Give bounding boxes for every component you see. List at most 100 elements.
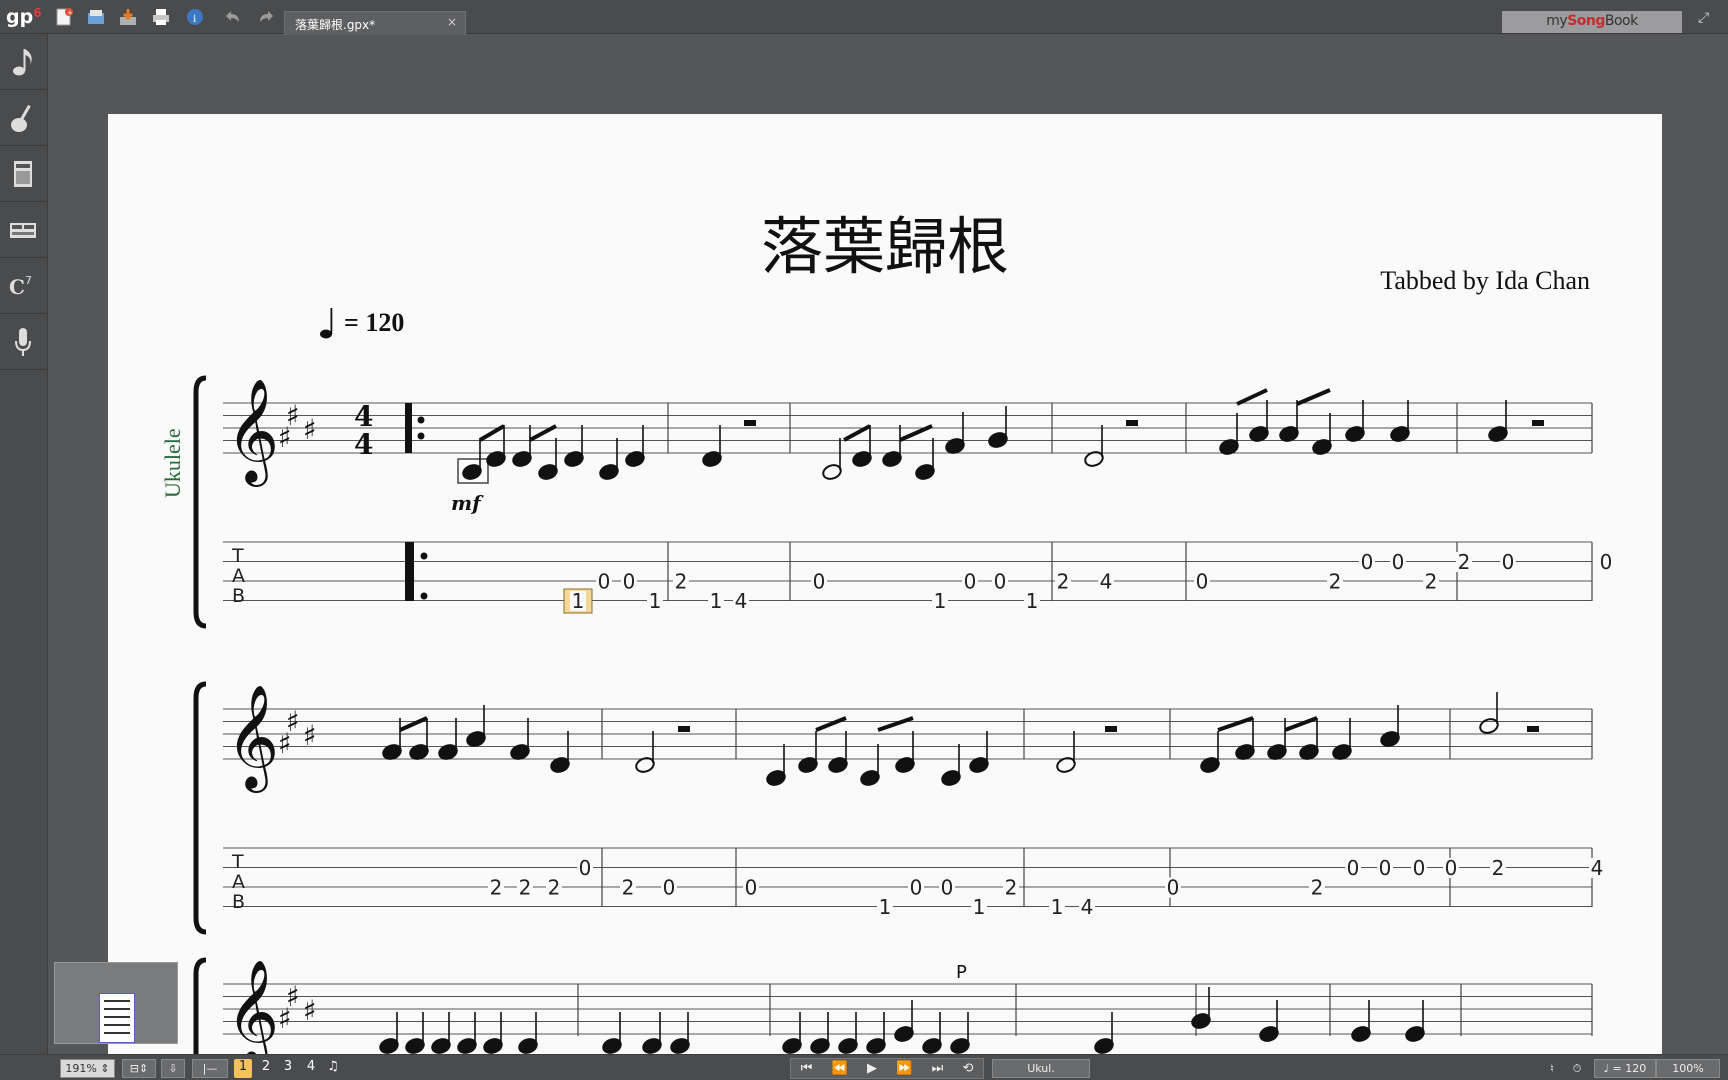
tab-number: 2: [548, 876, 561, 900]
amp-icon[interactable]: [0, 146, 46, 202]
tab-number: 0: [745, 876, 758, 900]
sharp-sign: ♯: [278, 1002, 292, 1035]
tab-number: 0: [1392, 550, 1405, 574]
tab-number: 0: [1347, 856, 1360, 880]
countdown-icon[interactable]: ⏱: [1566, 1059, 1588, 1078]
mixer-icon[interactable]: [0, 202, 46, 258]
page-1-button[interactable]: 1: [234, 1059, 252, 1078]
sharp-sign: ♯: [278, 421, 292, 454]
microphone-icon[interactable]: [0, 314, 46, 370]
half-rest: [1532, 420, 1544, 426]
volume-control[interactable]: 100%: [1656, 1059, 1720, 1078]
go-to-end-icon[interactable]: ⏭: [932, 1061, 944, 1076]
tab-number: 2: [1311, 876, 1324, 900]
sharp-sign: ♯: [303, 994, 317, 1027]
close-tab-icon[interactable]: ×: [447, 15, 457, 29]
sharp-sign: ♯: [303, 719, 317, 752]
repeat-dot: [417, 416, 425, 424]
open-file-icon[interactable]: [84, 5, 108, 29]
tab-number: 1: [710, 589, 723, 613]
svg-text:7: 7: [25, 274, 32, 287]
track-selector[interactable]: Ukul.: [992, 1059, 1090, 1078]
note-input-icon[interactable]: ♫: [324, 1059, 342, 1078]
beam: [1236, 388, 1268, 406]
treble-clef: 𝄞: [226, 684, 279, 793]
page-2-button[interactable]: 2: [257, 1059, 275, 1078]
tab-clef-letter: A: [232, 871, 245, 893]
rewind-icon[interactable]: ⏪: [832, 1061, 848, 1076]
beam: [815, 716, 847, 732]
half-rest: [1126, 420, 1138, 426]
tab-number: 2: [1329, 570, 1342, 594]
go-to-start-icon[interactable]: ⏮: [801, 1061, 813, 1076]
tab-number: 0: [941, 876, 954, 900]
treble-clef: 𝄞: [226, 378, 279, 487]
document-tab-label: 落葉歸根.gpx*: [295, 18, 376, 32]
tab-number: 2: [519, 876, 532, 900]
system-bracket: [193, 375, 207, 629]
save-icon[interactable]: [116, 5, 140, 29]
score-staves[interactable]: 𝄞 ♯ ♯♯44mfTAB 10 0121 4010 012 4 0 20 022 0 0 𝄞 ♯ ♯♯TA…: [108, 114, 1662, 1054]
app-logo: gp6: [6, 6, 42, 28]
new-file-icon[interactable]: +: [52, 5, 76, 29]
top-toolbar: gp6 + i 落葉歸根.gpx* × mySongBook ⤢: [0, 0, 1728, 35]
beam: [1217, 716, 1254, 732]
system-bracket: [193, 681, 207, 935]
page-thumbnail[interactable]: [99, 993, 135, 1043]
half-rest: [744, 420, 756, 426]
page-3-button[interactable]: 3: [279, 1059, 297, 1078]
note-icon[interactable]: [0, 34, 46, 90]
play-icon[interactable]: ▶: [867, 1061, 877, 1076]
expand-icon[interactable]: ⤢: [1698, 10, 1720, 32]
redo-icon[interactable]: [253, 5, 277, 29]
fast-forward-icon[interactable]: ⏩: [896, 1061, 912, 1076]
svg-text:+: +: [67, 9, 73, 17]
tab-repeat-bar: [405, 542, 414, 601]
chord-icon[interactable]: C7: [0, 258, 46, 314]
scroll-mode-icon[interactable]: ⇩: [161, 1059, 185, 1078]
page-view-icon[interactable]: |—: [192, 1059, 228, 1078]
metronome-icon[interactable]: ♮: [1542, 1059, 1562, 1078]
tab-number: 0: [1167, 876, 1180, 900]
beam: [877, 716, 914, 732]
tab-clef-letter: B: [232, 891, 245, 913]
tab-number: 0: [598, 570, 611, 594]
tab-number: 4: [735, 589, 748, 613]
tab-number: 4: [1100, 570, 1113, 594]
layout-select[interactable]: ⊟⇕: [122, 1059, 156, 1078]
tab-number: 0: [1445, 856, 1458, 880]
tab-number: 0: [1413, 856, 1426, 880]
loop-icon[interactable]: ⟲: [962, 1061, 973, 1076]
tab-number: 0: [663, 876, 676, 900]
beam: [399, 716, 428, 732]
beam: [1296, 388, 1331, 406]
tab-number: 0: [623, 570, 636, 594]
beam: [1284, 716, 1318, 732]
document-tab[interactable]: 落葉歸根.gpx* ×: [284, 11, 466, 35]
info-icon[interactable]: i: [183, 5, 207, 29]
half-rest: [1105, 726, 1117, 732]
svg-text:C: C: [9, 275, 25, 299]
guitar-icon[interactable]: [0, 90, 46, 146]
score-page[interactable]: 落葉歸根 Tabbed by Ida Chan = 120 Ukulele 𝄞 ♯…: [108, 114, 1662, 1054]
tab-number: 0: [1379, 856, 1392, 880]
tab-clef-letter: T: [231, 851, 244, 873]
tab-number: 4: [1081, 895, 1094, 919]
time-sig-bottom: 4: [354, 428, 373, 461]
mysongbook-button[interactable]: mySongBook: [1502, 11, 1682, 33]
half-rest: [1527, 726, 1539, 732]
tab-number: 2: [622, 876, 635, 900]
half-rest: [678, 726, 690, 732]
tempo-control[interactable]: ♩ = 120: [1594, 1059, 1656, 1078]
tab-number: 0: [1361, 550, 1374, 574]
tab-number: 2: [675, 570, 688, 594]
print-icon[interactable]: [149, 5, 173, 29]
page-overview[interactable]: [54, 962, 178, 1044]
tab-number: 2: [1425, 570, 1438, 594]
sharp-sign: ♯: [278, 727, 292, 760]
tab-number: 1: [879, 895, 892, 919]
tab-number: 0: [579, 856, 592, 880]
undo-icon[interactable]: [222, 5, 246, 29]
page-4-button[interactable]: 4: [302, 1059, 320, 1078]
zoom-select[interactable]: 191% ⇕: [60, 1059, 115, 1078]
